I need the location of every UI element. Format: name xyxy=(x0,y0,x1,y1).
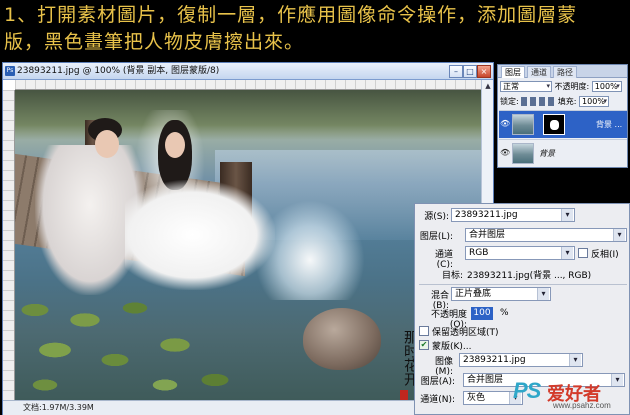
tab-layers[interactable]: 图层 xyxy=(501,66,525,78)
document-title: 23893211.jpg @ 100% (背景 副本, 图层蒙版/8) xyxy=(17,66,220,76)
opacity-label: 不透明度: xyxy=(554,82,590,91)
target-value: 23893211.jpg(背景 ..., RGB) xyxy=(467,271,592,281)
vertical-ruler[interactable] xyxy=(3,90,15,400)
fill-field[interactable]: 100% xyxy=(579,96,610,107)
eye-icon[interactable]: 👁 xyxy=(500,148,510,157)
source-label: 源(S): xyxy=(424,212,449,222)
blend-row: 正常 不透明度: 100% xyxy=(500,80,622,93)
lock-icons[interactable] xyxy=(521,97,556,106)
caption-line-2: 版，黑色畫筆把人物皮膚擦出來。 xyxy=(4,31,305,53)
caption-line-1: 1、打開素材圖片，復制一層，作應用圖像命令操作，添加圖層蒙 xyxy=(4,4,578,26)
mask-label: 蒙版(K)... xyxy=(432,342,472,352)
invert-checkbox[interactable] xyxy=(578,248,588,258)
layer-name: 背景 ... xyxy=(596,120,623,129)
document-titlebar[interactable]: Ps 23893211.jpg @ 100% (背景 副本, 图层蒙版/8) –… xyxy=(3,63,493,80)
layer-name: 背景 xyxy=(539,149,555,158)
mask-checkbox[interactable]: ✔ xyxy=(419,340,429,350)
layer-thumbnail xyxy=(512,143,534,164)
lock-row: 锁定: 填充: 100% xyxy=(500,95,610,108)
horizontal-ruler[interactable] xyxy=(15,80,481,90)
minimize-button[interactable]: – xyxy=(449,65,463,78)
layer-item-background-copy[interactable]: 👁 背景 ... xyxy=(499,110,627,138)
fill-label: 填充: xyxy=(557,97,577,106)
maximize-button[interactable]: □ xyxy=(463,65,477,78)
water-splash xyxy=(255,200,365,300)
watermark-url: www.psahz.com xyxy=(553,401,611,410)
target-label: 目标: xyxy=(441,271,463,281)
layer-select[interactable]: 合并图层 xyxy=(465,228,627,242)
tutorial-caption: 1、打開素材圖片，復制一層，作應用圖像命令操作，添加圖層蒙 版，黑色畫筆把人物皮… xyxy=(4,2,626,62)
rock xyxy=(303,308,381,370)
channel-select[interactable]: RGB xyxy=(465,246,575,260)
scroll-up-icon[interactable]: ▲ xyxy=(483,81,493,91)
site-watermark: PS 爱好者 www.psahz.com xyxy=(513,378,629,412)
close-button[interactable]: × xyxy=(477,65,491,78)
tab-paths[interactable]: 路径 xyxy=(553,66,577,78)
layer-thumbnail xyxy=(512,114,534,135)
groom-face xyxy=(95,130,119,158)
red-seal xyxy=(400,390,408,400)
mask-channel-label: 通道(N): xyxy=(420,395,455,405)
channel-label: 通道(C): xyxy=(434,250,453,270)
layer-item-background[interactable]: 👁 背景 xyxy=(499,139,627,167)
layer-mask-thumbnail[interactable] xyxy=(543,114,565,135)
eye-icon[interactable]: 👁 xyxy=(500,119,510,128)
preserve-transparency-checkbox[interactable] xyxy=(419,326,429,336)
layer-label: 图层(L): xyxy=(419,232,453,242)
layers-panel: 图层 通道 路径 正常 不透明度: 100% 锁定: 填充: 100% 👁 背景… xyxy=(497,64,628,168)
bride-dress xyxy=(125,180,275,290)
opacity-input[interactable]: 100 xyxy=(471,307,493,320)
blend-mode-select[interactable]: 正常 xyxy=(500,81,552,92)
source-select[interactable]: 23893211.jpg xyxy=(451,208,575,222)
preserve-transparency-label: 保留透明区域(T) xyxy=(432,328,499,338)
lily-pads xyxy=(15,290,265,400)
watermark-ps-logo: PS xyxy=(513,378,541,403)
mask-layer-label: 图层(A): xyxy=(420,377,455,387)
image-canvas[interactable]: 那时花开 xyxy=(15,90,481,400)
lock-label: 锁定: xyxy=(500,97,519,106)
blending-select[interactable]: 正片叠底 xyxy=(451,287,551,301)
divider xyxy=(419,284,627,285)
opacity-field[interactable]: 100% xyxy=(591,81,622,92)
bride-face xyxy=(165,132,185,158)
invert-label: 反相(I) xyxy=(591,250,619,260)
photoshop-icon: Ps xyxy=(5,66,15,76)
image-select[interactable]: 23893211.jpg xyxy=(459,353,583,367)
panel-tabs: 图层 通道 路径 xyxy=(498,65,627,78)
opacity-unit: % xyxy=(500,308,509,318)
tab-channels[interactable]: 通道 xyxy=(527,66,551,78)
